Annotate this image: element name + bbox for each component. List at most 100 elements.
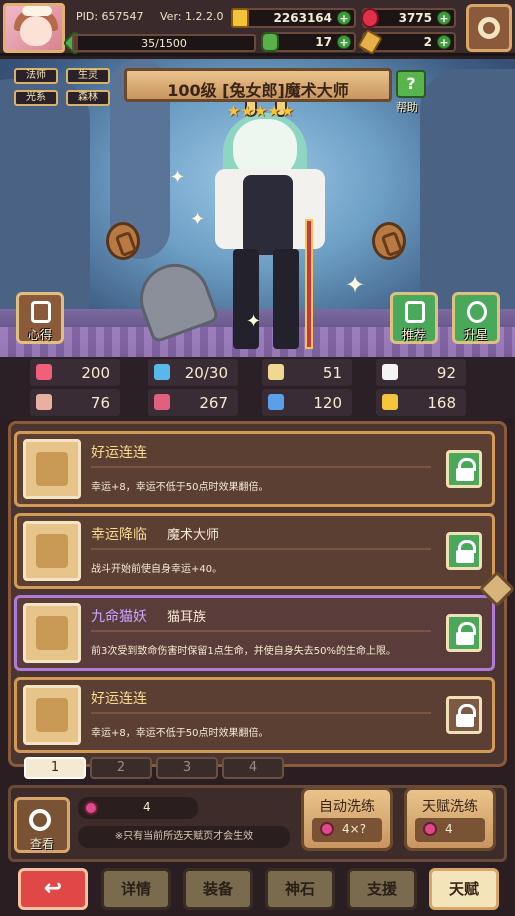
divider	[91, 466, 431, 468]
star-icon: ★	[227, 102, 241, 120]
lock-icon[interactable]	[446, 532, 482, 570]
upgrade-star-button[interactable]: 升星	[452, 292, 500, 344]
exp-bar: 35/1500	[72, 34, 256, 52]
help-button[interactable]: ? 帮助	[396, 70, 430, 114]
potion-icon	[423, 822, 437, 836]
exp-text: 35/1500	[141, 37, 187, 50]
hero-title-banner: 100级 [兔女郎]魔术大师	[124, 68, 392, 102]
add-gem-button[interactable]: +	[437, 11, 451, 25]
left-relic-icon[interactable]	[106, 222, 140, 260]
lock-icon[interactable]	[446, 614, 482, 652]
attr-value: 92	[436, 364, 456, 382]
tag-class: 法师	[14, 68, 58, 84]
page-tab-2[interactable]: 2	[90, 757, 152, 779]
talent-card-4[interactable]: 好运连连 幸运+8，幸运不低于50点时效果翻倍。	[14, 677, 495, 753]
add-gold-button[interactable]: +	[337, 11, 351, 25]
potion-icon	[84, 801, 98, 815]
notes-button[interactable]: 心得	[16, 292, 64, 344]
talent-wash-cost: 4	[415, 818, 485, 842]
lock-icon[interactable]	[446, 450, 482, 488]
nav-equipment[interactable]: 装备	[183, 868, 253, 910]
talent-name: 九命猫妖	[91, 609, 147, 625]
magnifier-icon	[29, 809, 51, 831]
attr-value: 20/30	[184, 364, 228, 382]
cross-icon	[23, 685, 81, 745]
thumbs-up-icon	[405, 301, 425, 323]
add-clover-button[interactable]: +	[337, 35, 351, 49]
scroll-icon	[268, 394, 284, 410]
help-label: 帮助	[396, 101, 418, 114]
gold-coin-icon	[231, 8, 249, 28]
sparkle-icon: ✦	[170, 167, 186, 188]
key-value: 2	[423, 35, 432, 49]
star-icon: ★	[267, 102, 281, 120]
right-relic-icon[interactable]	[372, 222, 406, 260]
recommend-button[interactable]: 推荐	[390, 292, 438, 344]
wing-icon	[382, 364, 398, 380]
notebook-icon	[31, 301, 51, 323]
talent-name: 好运连连	[91, 691, 147, 707]
page-tab-3[interactable]: 3	[156, 757, 218, 779]
view-button[interactable]: 查看	[14, 797, 70, 853]
talent-card-3[interactable]: 九命猫妖 猫耳族 前3次受到致命伤害时保留1点生命，并使自身失去50%的生命上限…	[14, 595, 495, 671]
key-icon	[357, 28, 383, 56]
unlock-icon[interactable]	[446, 696, 482, 734]
red-gem-icon	[361, 8, 379, 28]
top-bar: PID: 657547 Ver: 1.2.2.0 2263164 + 3775 …	[0, 0, 515, 56]
star-icon: ★	[253, 102, 268, 120]
add-key-button[interactable]: +	[437, 35, 451, 49]
talent-desc: 战斗开始前使自身幸运+40。	[91, 564, 223, 575]
shield-icon	[268, 364, 284, 380]
attr-value: 76	[90, 394, 110, 412]
cat-head-icon	[23, 603, 81, 663]
star-icon: ★	[240, 102, 254, 120]
hero-body	[243, 175, 293, 255]
talent-wash-button[interactable]: 天赋洗练 4	[404, 787, 496, 851]
water-drop-icon	[154, 364, 170, 380]
auto-wash-button[interactable]: 自动洗练 4×?	[301, 787, 393, 851]
page-tab-1[interactable]: 1	[24, 757, 86, 779]
avatar-hat	[22, 6, 52, 16]
star-icon: ★	[280, 102, 295, 120]
sparkle-icon: ✦	[345, 271, 366, 299]
gold-value: 2263164	[273, 11, 332, 25]
attr-value: 120	[313, 394, 342, 412]
attr-value: 200	[81, 364, 110, 382]
auto-wash-cost-value: 4×?	[342, 822, 367, 836]
hero-title: 100级 [兔女郎]魔术大师	[167, 81, 349, 100]
nav-support[interactable]: 支援	[347, 868, 417, 910]
nav-godstone[interactable]: 神石	[265, 868, 335, 910]
back-button[interactable]: ↩	[18, 868, 88, 910]
divider	[91, 630, 431, 632]
upgrade-label: 升星	[463, 328, 488, 342]
page-tab-4[interactable]: 4	[222, 757, 284, 779]
talent-source: 魔术大师	[167, 528, 220, 543]
player-avatar[interactable]	[3, 3, 65, 53]
settings-button[interactable]	[466, 4, 512, 52]
attr-skill: 120	[262, 389, 352, 416]
tag-terrain: 森林	[66, 90, 110, 106]
gem-value: 3775	[398, 11, 432, 25]
clover-counter: 17 +	[261, 32, 356, 52]
view-label: 查看	[29, 837, 54, 851]
heart-icon	[36, 364, 52, 380]
hero-legs	[233, 249, 303, 349]
attr-value: 168	[427, 394, 456, 412]
avatar-face	[20, 16, 52, 46]
nav-details[interactable]: 详情	[101, 868, 171, 910]
version-label: Ver: 1.2.2.0	[160, 10, 224, 23]
star-rating: ★★★★★	[227, 101, 295, 120]
talent-page-note: ※只有当前所选天赋页才会生效	[78, 826, 290, 848]
talent-card-1[interactable]: 好运连连 幸运+8，幸运不低于50点时效果翻倍。	[14, 431, 495, 507]
talent-card-2[interactable]: 幸运降临 魔术大师 战斗开始前使自身幸运+40。	[14, 513, 495, 589]
divider	[91, 548, 431, 550]
gem-counter: 3775 +	[361, 8, 456, 28]
attr-attack: 76	[30, 389, 120, 416]
nav-talent[interactable]: 天赋	[429, 868, 499, 910]
talent-desc: 幸运+8，幸运不低于50点时效果翻倍。	[91, 728, 269, 739]
attr-magic: 267	[148, 389, 238, 416]
hero-staff	[305, 219, 313, 349]
gold-counter: 2263164 +	[231, 8, 356, 28]
tag-race: 生灵	[66, 68, 110, 84]
clover-icon	[261, 32, 279, 52]
